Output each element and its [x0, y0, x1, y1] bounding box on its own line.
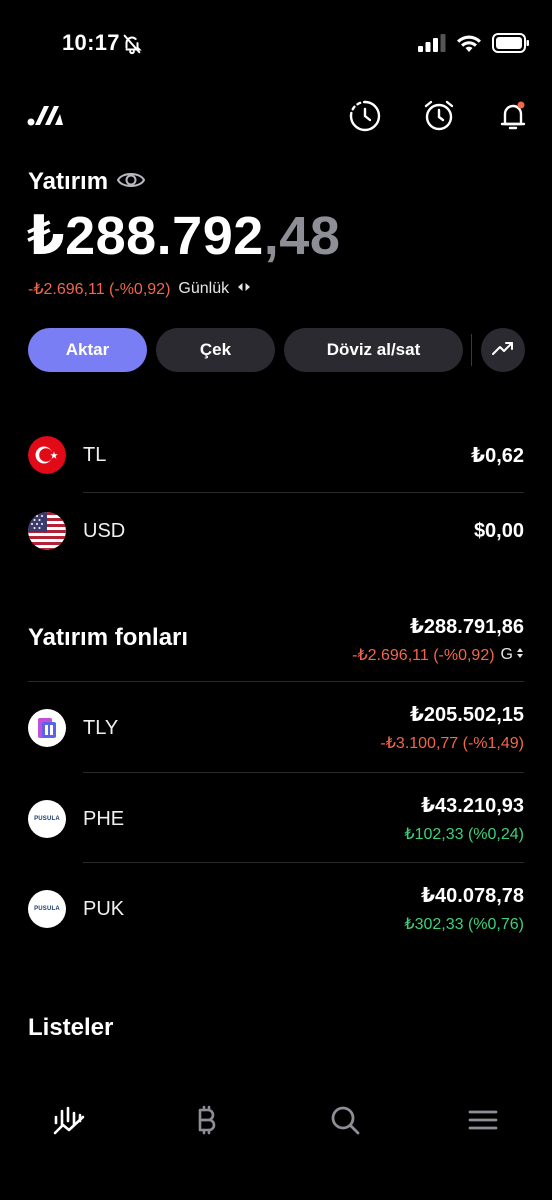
battery-icon	[492, 33, 530, 58]
alarm-icon[interactable]	[421, 98, 457, 134]
transfer-button[interactable]: Aktar	[28, 328, 147, 372]
app-logo[interactable]	[27, 104, 65, 131]
sort-arrows-icon[interactable]	[516, 646, 524, 664]
search-icon[interactable]	[327, 1102, 363, 1138]
funds-title: Yatırım fonları	[28, 624, 189, 651]
history-icon[interactable]	[347, 98, 383, 134]
status-indicators	[418, 33, 530, 58]
fund-row-tly[interactable]: TLY ₺205.502,15 -₺3.100,77 (-%1,49)	[0, 704, 552, 752]
section-divider	[28, 681, 524, 682]
daily-change: -₺2.696,11 (-%0,92)	[28, 281, 171, 298]
fund-value: ₺205.502,15	[409, 704, 524, 726]
us-flag-icon	[28, 512, 66, 550]
fund-value: ₺40.078,78	[421, 885, 524, 907]
lists-title: Listeler	[28, 1014, 114, 1041]
currency-exchange-button[interactable]: Döviz al/sat	[284, 328, 463, 372]
logo-text: PUSULA	[34, 906, 60, 912]
fund-change: ₺102,33 (%0,24)	[404, 826, 524, 843]
tly-fund-logo-icon	[28, 709, 66, 747]
funds-total: ₺288.791,86	[409, 616, 524, 638]
status-time: 10:17	[62, 30, 120, 55]
cash-value: $0,00	[473, 519, 524, 542]
daily-change-row[interactable]: -₺2.696,11 (-%0,92) Günlük	[28, 279, 251, 299]
row-divider	[83, 492, 524, 493]
fund-code: PUK	[83, 897, 125, 920]
fund-code: PHE	[83, 807, 125, 830]
button-divider	[471, 334, 472, 366]
trend-chart-button[interactable]	[481, 328, 525, 372]
account-title-row: Yatırım	[28, 168, 146, 196]
swap-arrows-icon[interactable]	[237, 280, 251, 298]
fund-change: -₺3.100,77 (-%1,49)	[380, 735, 524, 752]
period-label: Günlük	[178, 280, 230, 297]
cash-code: USD	[83, 519, 126, 542]
wifi-icon	[456, 33, 482, 58]
bell-slash-icon	[121, 33, 143, 60]
fund-row-phe[interactable]: PUSULA PHE ₺43.210,93 ₺102,33 (%0,24)	[0, 795, 552, 843]
logo-text: PUSULA	[34, 816, 60, 822]
turkey-flag-icon	[28, 436, 66, 474]
fund-value: ₺43.210,93	[421, 795, 524, 817]
total-balance: ₺288.792,48	[27, 206, 340, 266]
cash-row-tl[interactable]: TL ₺0,62	[0, 436, 552, 474]
bitcoin-icon[interactable]	[189, 1102, 225, 1138]
funds-summary[interactable]: ₺288.791,86 -₺2.696,11 (-%0,92) G	[352, 614, 524, 665]
balance-decimal: ,48	[263, 206, 341, 266]
eye-icon[interactable]	[116, 169, 146, 196]
trend-up-icon	[492, 340, 514, 361]
cash-code: TL	[83, 443, 107, 466]
fund-code: TLY	[83, 716, 119, 739]
row-divider	[83, 772, 524, 773]
signal-icon	[418, 34, 446, 57]
fund-change: ₺302,33 (%0,76)	[404, 916, 524, 933]
menu-icon[interactable]	[465, 1102, 501, 1138]
cash-row-usd[interactable]: USD $0,00	[0, 512, 552, 550]
withdraw-button[interactable]: Çek	[156, 328, 275, 372]
row-divider	[83, 862, 524, 863]
sort-label[interactable]: G	[501, 646, 513, 664]
cash-value: ₺0,62	[471, 444, 524, 467]
pusula-fund-logo-icon: PUSULA	[28, 800, 66, 838]
account-title: Yatırım	[28, 168, 109, 195]
balance-main: ₺288.792	[27, 206, 264, 266]
funds-total-change: -₺2.696,11 (-%0,92)	[352, 647, 495, 664]
portfolio-chart-icon[interactable]	[51, 1102, 87, 1138]
fund-row-puk[interactable]: PUSULA PUK ₺40.078,78 ₺302,33 (%0,76)	[0, 885, 552, 933]
notification-bell-icon[interactable]	[495, 98, 531, 134]
pusula-fund-logo-icon: PUSULA	[28, 890, 66, 928]
